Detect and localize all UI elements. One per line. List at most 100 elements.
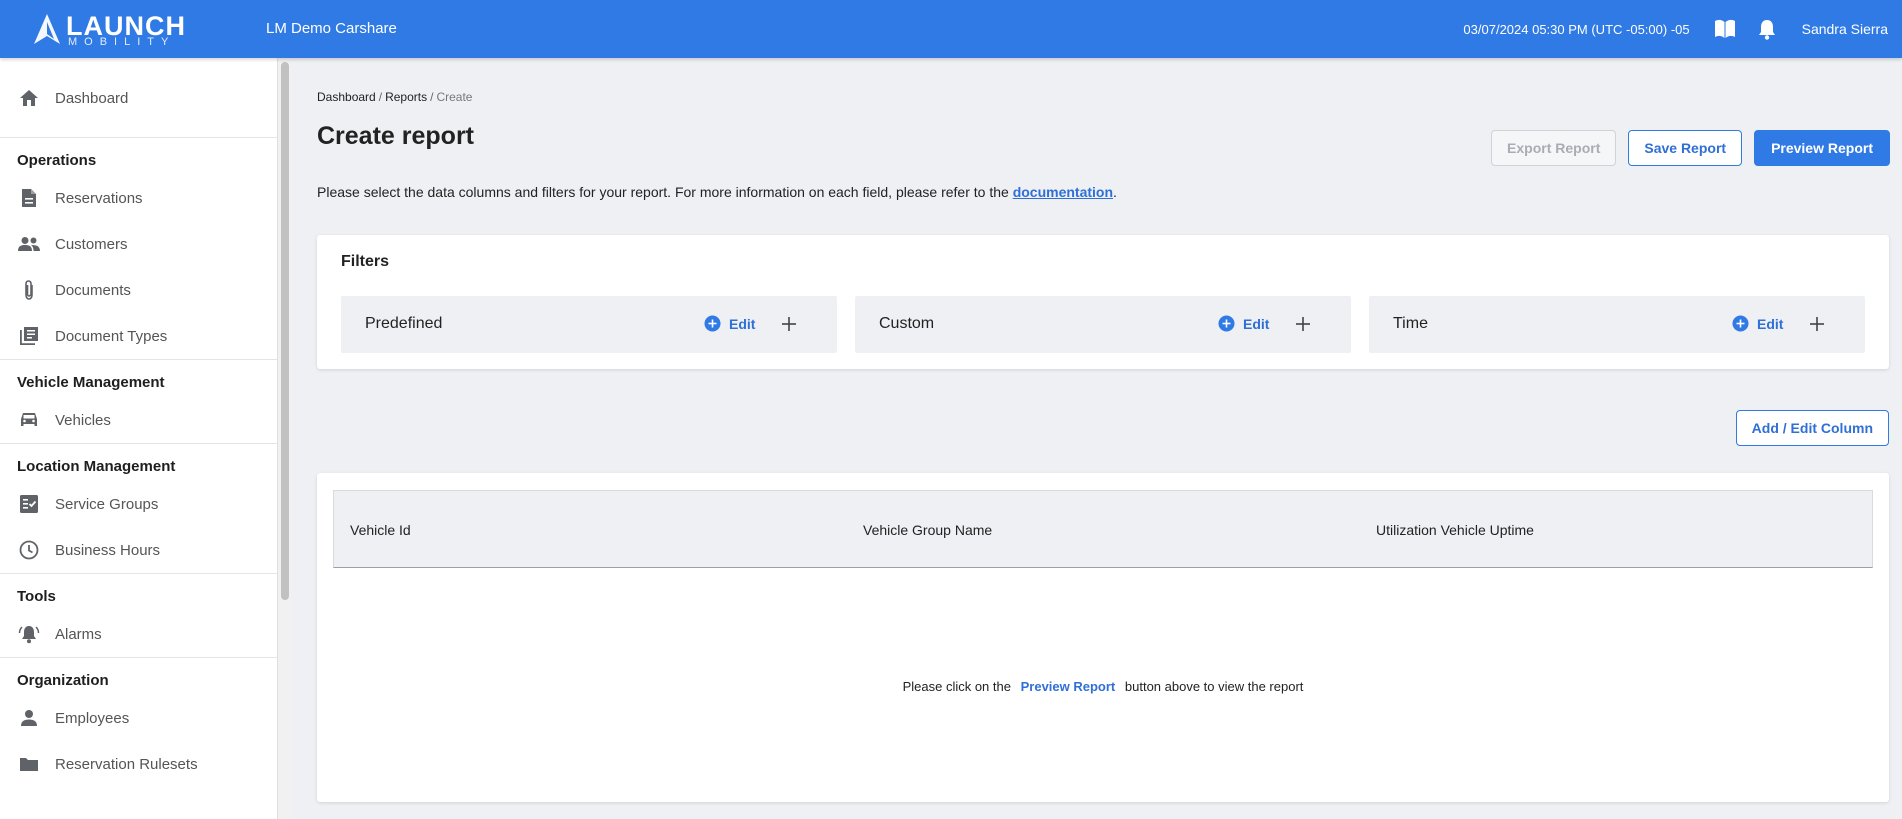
- export-report-button[interactable]: Export Report: [1491, 130, 1617, 166]
- empty-text-after: button above to view the report: [1124, 679, 1304, 694]
- plus-icon[interactable]: [779, 314, 799, 334]
- empty-preview-report-link[interactable]: Preview Report: [1021, 679, 1116, 694]
- column-header[interactable]: Utilization Vehicle Uptime: [1376, 522, 1534, 538]
- home-icon: [18, 87, 40, 109]
- person-icon: [18, 707, 40, 729]
- sidebar: Dashboard Operations Reservations Custom…: [0, 58, 278, 819]
- library-books-icon: [18, 325, 40, 347]
- breadcrumb-dashboard[interactable]: Dashboard: [317, 90, 376, 104]
- sidebar-item-vehicles[interactable]: Vehicles: [0, 397, 277, 443]
- book-icon[interactable]: [1712, 16, 1738, 42]
- sidebar-item-label: Alarms: [55, 625, 102, 643]
- nav-section-organization: Organization Employees Reservation Rules…: [0, 657, 277, 787]
- breadcrumb-separator: /: [378, 90, 383, 104]
- main-content: Dashboard / Reports / Create Create report E…: [291, 58, 1902, 819]
- sidebar-item-label: Dashboard: [55, 89, 129, 107]
- organization-name[interactable]: LM Demo Carshare: [266, 20, 397, 37]
- sidebar-item-label: Customers: [55, 235, 128, 253]
- top-bar: LAUNCH MOBILITY LM Demo Carshare 03/07/2…: [0, 0, 1902, 58]
- documentation-link[interactable]: documentation: [1013, 184, 1113, 200]
- filter-edit-button[interactable]: Edit: [1218, 315, 1269, 332]
- current-datetime: 03/07/2024 05:30 PM (UTC -05:00) -05: [1463, 21, 1690, 37]
- filter-label: Predefined: [365, 315, 443, 332]
- sidebar-item-customers[interactable]: Customers: [0, 221, 277, 267]
- folder-icon: [18, 753, 40, 775]
- description-text: Please select the data columns and filte…: [317, 184, 1009, 200]
- car-icon: [18, 409, 40, 431]
- sidebar-item-alarms[interactable]: Alarms: [0, 611, 277, 657]
- sidebar-item-reservation-rulesets[interactable]: Reservation Rulesets: [0, 741, 277, 787]
- sidebar-item-label: Reservation Rulesets: [55, 755, 198, 773]
- logo-subtitle: MOBILITY: [68, 36, 176, 48]
- filter-label: Time: [1393, 315, 1428, 332]
- filter-edit-button[interactable]: Edit: [1732, 315, 1783, 332]
- sidebar-scrollbar[interactable]: [279, 58, 291, 819]
- filter-edit-label: Edit: [1757, 315, 1784, 332]
- people-icon: [18, 233, 40, 255]
- add-edit-column-button[interactable]: Add / Edit Column: [1735, 410, 1889, 446]
- filter-edit-label: Edit: [729, 315, 756, 332]
- nav-section-tools: Tools Alarms: [0, 573, 277, 657]
- sidebar-item-dashboard[interactable]: Dashboard: [0, 58, 277, 137]
- filter-label: Custom: [879, 315, 935, 332]
- sidebar-item-document-types[interactable]: Document Types: [0, 313, 277, 359]
- column-header[interactable]: Vehicle Id: [350, 522, 411, 538]
- nav-section-vehicle-management: Vehicle Management Vehicles: [0, 359, 277, 443]
- checklist-icon: [18, 493, 40, 515]
- table-header: Vehicle Id Vehicle Group Name Utilizatio…: [333, 490, 1873, 568]
- sidebar-item-documents[interactable]: Documents: [0, 267, 277, 313]
- nav-section-title: Vehicle Management: [17, 374, 165, 391]
- sidebar-item-label: Service Groups: [55, 495, 159, 513]
- filters-title: Filters: [341, 253, 390, 270]
- page-title: Create report: [317, 122, 474, 150]
- clock-icon: [18, 539, 40, 561]
- breadcrumb-reports[interactable]: Reports: [385, 90, 427, 104]
- empty-state-message: Please click on the Preview Report butto…: [317, 679, 1889, 694]
- nav-section-title: Operations: [17, 152, 97, 169]
- filter-custom: Custom Edit: [855, 296, 1351, 353]
- add-circle-icon: [1218, 315, 1235, 332]
- sidebar-item-business-hours[interactable]: Business Hours: [0, 527, 277, 573]
- nav-section-title: Organization: [17, 672, 109, 689]
- filter-edit-label: Edit: [1243, 315, 1270, 332]
- add-circle-icon: [1732, 315, 1749, 332]
- logo-mark-icon: [34, 14, 60, 44]
- save-report-button[interactable]: Save Report: [1628, 130, 1743, 166]
- sidebar-item-label: Employees: [55, 709, 130, 727]
- breadcrumb: Dashboard / Reports / Create: [317, 90, 472, 104]
- sidebar-item-reservations[interactable]: Reservations: [0, 175, 277, 221]
- paperclip-icon: [18, 279, 40, 301]
- launch-mobility-logo[interactable]: LAUNCH MOBILITY: [32, 10, 185, 48]
- filter-edit-button[interactable]: Edit: [704, 315, 755, 332]
- plus-icon[interactable]: [1293, 314, 1313, 334]
- sidebar-item-service-groups[interactable]: Service Groups: [0, 481, 277, 527]
- user-name[interactable]: Sandra Sierra: [1802, 21, 1888, 37]
- description-end: .: [1113, 184, 1117, 200]
- bell-icon[interactable]: [1754, 16, 1780, 42]
- page-description: Please select the data columns and filte…: [317, 184, 1117, 200]
- preview-report-button[interactable]: Preview Report: [1754, 130, 1890, 166]
- sidebar-item-employees[interactable]: Employees: [0, 695, 277, 741]
- sidebar-item-label: Vehicles: [55, 411, 111, 429]
- filters-card: Filters Predefined Edit Custom Edit Time…: [317, 235, 1889, 369]
- nav-section-location-management: Location Management Service Groups Busin…: [0, 443, 277, 573]
- add-circle-icon: [704, 315, 721, 332]
- sidebar-item-label: Documents: [55, 281, 131, 299]
- breadcrumb-current: Create: [436, 90, 473, 104]
- column-header[interactable]: Vehicle Group Name: [863, 522, 992, 538]
- report-table-card: Vehicle Id Vehicle Group Name Utilizatio…: [317, 473, 1889, 802]
- empty-text-before: Please click on the: [902, 679, 1011, 694]
- sidebar-item-label: Business Hours: [55, 541, 161, 559]
- alarm-bell-icon: [18, 623, 40, 645]
- filter-time: Time Edit: [1369, 296, 1865, 353]
- nav-section-title: Tools: [17, 588, 56, 605]
- nav-section-title: Location Management: [17, 458, 176, 475]
- breadcrumb-separator: /: [430, 90, 434, 104]
- sidebar-item-label: Reservations: [55, 189, 143, 207]
- plus-icon[interactable]: [1807, 314, 1827, 334]
- nav-section-operations: Operations Reservations Customers Docume…: [0, 137, 277, 359]
- document-icon: [18, 187, 40, 209]
- report-actions: Export Report Save Report Preview Report: [1491, 130, 1890, 166]
- sidebar-item-label: Document Types: [55, 327, 168, 345]
- scrollbar-thumb[interactable]: [281, 62, 289, 600]
